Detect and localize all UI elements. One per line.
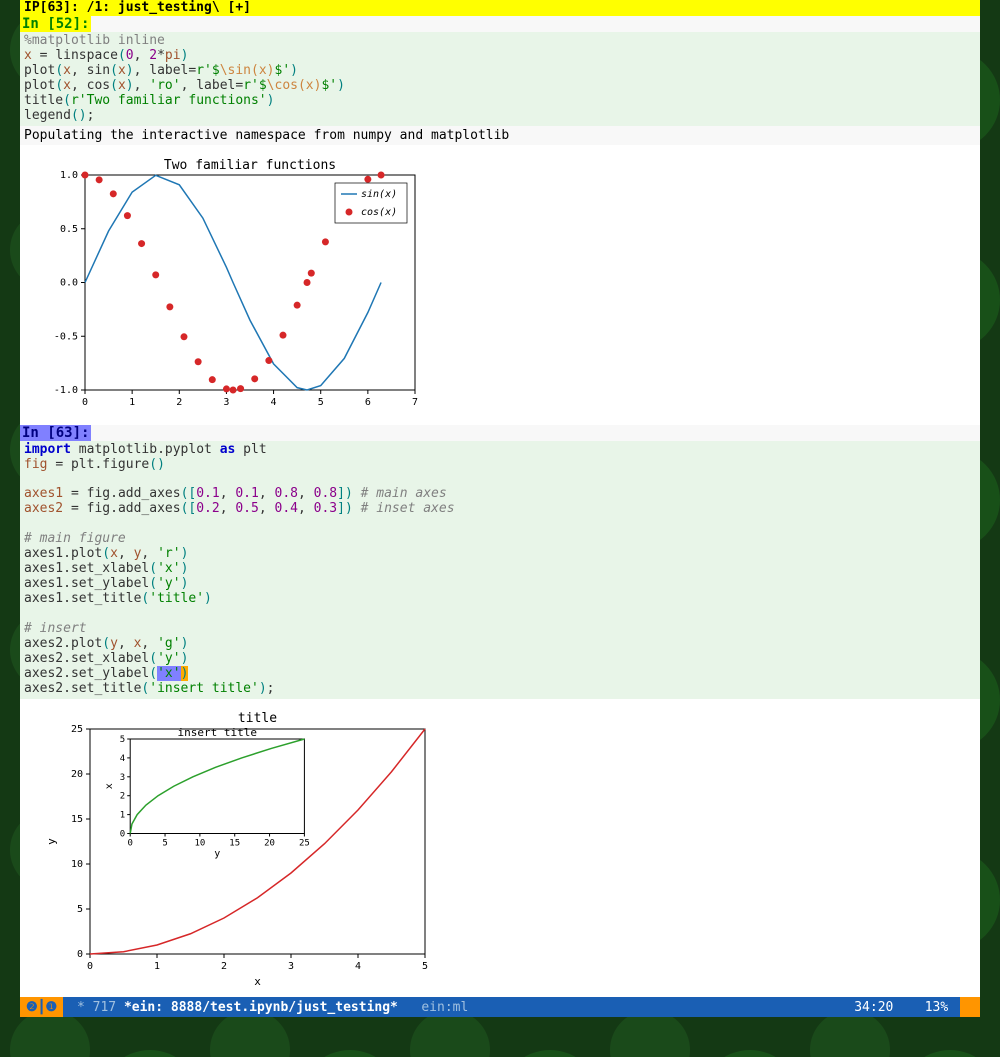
cos-dot bbox=[124, 212, 131, 219]
cos-dot bbox=[237, 385, 244, 392]
y-tick-label: -0.5 bbox=[54, 331, 78, 342]
cos-dot bbox=[280, 331, 287, 338]
statusbar-buffer-info: * 717 *ein: 8888/test.ipynb/just_testing… bbox=[63, 1000, 850, 1015]
cell-2[interactable]: In [63]: import matplotlib.pyplot as plt… bbox=[20, 425, 980, 999]
cos-dot bbox=[138, 240, 145, 247]
inset-y-tick: 5 bbox=[120, 735, 125, 745]
cos-dot bbox=[181, 333, 188, 340]
y-tick-label: 20 bbox=[71, 769, 83, 780]
cos-dot bbox=[195, 358, 202, 365]
statusbar-end-block bbox=[960, 997, 980, 1017]
x-tick-label: 6 bbox=[365, 397, 371, 408]
y-tick-label: 0.5 bbox=[60, 223, 78, 234]
inset-y-tick: 3 bbox=[120, 772, 125, 782]
x-tick-label: 3 bbox=[288, 961, 294, 972]
chart2-title: title bbox=[238, 711, 277, 726]
cos-dot bbox=[96, 176, 103, 183]
chart-title-inset: title012345x0510152025yinsert title05101… bbox=[40, 709, 440, 989]
cos-dot bbox=[378, 171, 385, 178]
inset-x-tick: 5 bbox=[162, 838, 167, 848]
cos-dot bbox=[265, 357, 272, 364]
inset-y-tick: 4 bbox=[120, 753, 125, 763]
x-tick-label: 2 bbox=[176, 397, 182, 408]
x-tick-label: 1 bbox=[154, 961, 160, 972]
inset-title: insert title bbox=[178, 726, 257, 739]
inset-y-tick: 0 bbox=[120, 829, 125, 839]
inset-x-tick: 25 bbox=[299, 838, 310, 848]
status-bar: ❷┃❶ * 717 *ein: 8888/test.ipynb/just_tes… bbox=[20, 997, 980, 1017]
inset-ylabel: x bbox=[104, 783, 115, 789]
cos-dot bbox=[364, 175, 371, 182]
inset-xlabel: y bbox=[214, 848, 220, 859]
cell-2-prompt: In [63]: bbox=[20, 425, 91, 441]
cos-dot bbox=[308, 269, 315, 276]
cos-dot bbox=[230, 386, 237, 393]
inset-x-tick: 15 bbox=[229, 838, 240, 848]
y-tick-label: 0.0 bbox=[60, 277, 78, 288]
cos-dot bbox=[110, 190, 117, 197]
y-tick-label: 1.0 bbox=[60, 170, 78, 181]
editor-window: IP[63]: /1: just_testing\ [+] In [52]: %… bbox=[20, 0, 980, 1000]
x-tick-label: 5 bbox=[422, 961, 428, 972]
inset-x-tick: 10 bbox=[194, 838, 205, 848]
legend-cos: cos(x) bbox=[361, 207, 397, 218]
chart-title: Two familiar functions bbox=[164, 158, 336, 173]
cos-dot bbox=[166, 303, 173, 310]
cos-dot bbox=[294, 301, 301, 308]
x-tick-label: 5 bbox=[318, 397, 324, 408]
cell-2-chart: title012345x0510152025yinsert title05101… bbox=[20, 699, 980, 999]
cell-1-prompt: In [52]: bbox=[20, 16, 91, 32]
cos-dot bbox=[322, 238, 329, 245]
cos-dot bbox=[209, 376, 216, 383]
x-tick-label: 0 bbox=[87, 961, 93, 972]
x-tick-label: 2 bbox=[221, 961, 227, 972]
inset-x-tick: 20 bbox=[264, 838, 275, 848]
x-tick-label: 3 bbox=[223, 397, 229, 408]
statusbar-workspace-indicator: ❷┃❶ bbox=[20, 997, 63, 1017]
cos-dot bbox=[251, 375, 258, 382]
x-tick-label: 7 bbox=[412, 397, 418, 408]
cos-dot bbox=[152, 271, 159, 278]
x-tick-label: 1 bbox=[129, 397, 135, 408]
cos-dot bbox=[304, 279, 311, 286]
cos-dot bbox=[223, 385, 230, 392]
x-tick-label: 4 bbox=[355, 961, 361, 972]
cell-1-chart: Two familiar functions 0 1 2 3 4 5 6 7 -1.0 -0.5 0.… bbox=[20, 145, 980, 425]
inset-y-tick: 2 bbox=[120, 791, 125, 801]
inset-y-tick: 1 bbox=[120, 810, 125, 820]
cell-1-code[interactable]: %matplotlib inline x = linspace(0, 2*pi)… bbox=[20, 32, 980, 126]
inset-axes bbox=[130, 739, 304, 834]
chart-two-familiar-functions: Two familiar functions 0 1 2 3 4 5 6 7 -1.0 -0.5 0.… bbox=[40, 155, 425, 415]
y-tick-label: -1.0 bbox=[54, 385, 78, 396]
title-bar: IP[63]: /1: just_testing\ [+] bbox=[20, 0, 980, 16]
cell-2-code[interactable]: import matplotlib.pyplot as plt fig = pl… bbox=[20, 441, 980, 699]
ylabel: y bbox=[45, 837, 58, 844]
y-tick-label: 0 bbox=[77, 949, 83, 960]
x-tick-label: 0 bbox=[82, 397, 88, 408]
statusbar-position: 34:20 13% bbox=[850, 1000, 960, 1015]
y-tick-label: 15 bbox=[71, 814, 83, 825]
y-tick-label: 5 bbox=[77, 904, 83, 915]
cell-1[interactable]: In [52]: %matplotlib inline x = linspace… bbox=[20, 16, 980, 425]
x-tick-label: 4 bbox=[271, 397, 277, 408]
inset-x-tick: 0 bbox=[127, 838, 132, 848]
y-tick-label: 10 bbox=[71, 859, 83, 870]
y-tick-label: 25 bbox=[71, 724, 83, 735]
xlabel: x bbox=[254, 975, 261, 988]
legend-sin: sin(x) bbox=[361, 189, 397, 200]
cos-dot bbox=[82, 171, 89, 178]
cell-1-output-text: Populating the interactive namespace fro… bbox=[20, 126, 980, 145]
